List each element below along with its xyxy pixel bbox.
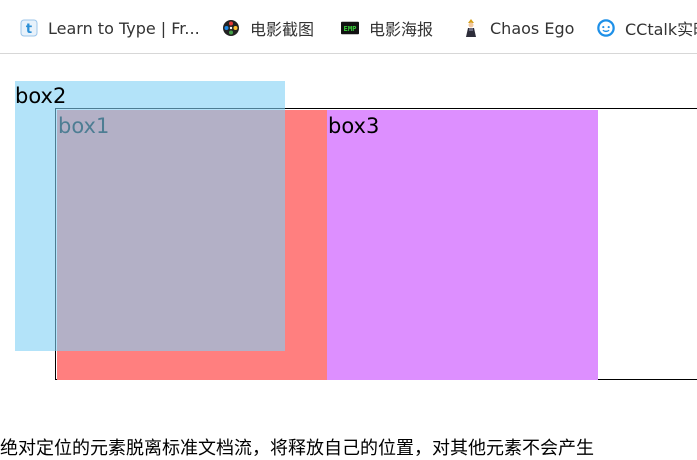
positioning-demo: box1 box3 box2 绝对定位的元素脱离标准文档流，将释放自己的位置，对… — [0, 55, 697, 460]
bookmark-learn-to-type[interactable]: t Learn to Type | Fr... — [20, 14, 200, 42]
box2: box2 — [15, 81, 285, 351]
bookmark-label: 电影截图 — [250, 20, 315, 39]
bookmark-chaos-ego[interactable]: Chaos Ego — [462, 14, 574, 42]
svg-text:t: t — [26, 22, 32, 37]
typing-club-icon: t — [20, 19, 38, 37]
bookmark-label: 电影海报 — [369, 20, 434, 39]
box3-label: box3 — [328, 114, 380, 138]
bookmark-cctalk[interactable]: CCtalk实时 — [597, 14, 697, 42]
bookmark-label: Learn to Type | Fr... — [48, 18, 200, 38]
bookmark-movie-screenshots[interactable]: 电影截图 — [222, 14, 314, 42]
caption-text: 绝对定位的元素脱离标准文档流，将释放自己的位置，对其他元素不会产生 — [0, 438, 594, 459]
svg-text:EMP: EMP — [344, 24, 358, 33]
bookmark-label: CCtalk实时 — [625, 20, 697, 39]
box3: box3 — [327, 110, 598, 380]
cctalk-icon — [597, 19, 615, 37]
bookmark-label: Chaos Ego — [490, 18, 575, 38]
film-reel-icon — [222, 19, 240, 37]
bookmarks-bar: t Learn to Type | Fr... 电影截图 EMP 电影海报 Ch… — [0, 0, 697, 54]
chaos-ego-figure-icon — [462, 19, 480, 37]
bookmark-movie-posters[interactable]: EMP 电影海报 — [341, 14, 433, 42]
emp-poster-icon: EMP — [341, 19, 359, 37]
box2-label: box2 — [15, 84, 67, 108]
